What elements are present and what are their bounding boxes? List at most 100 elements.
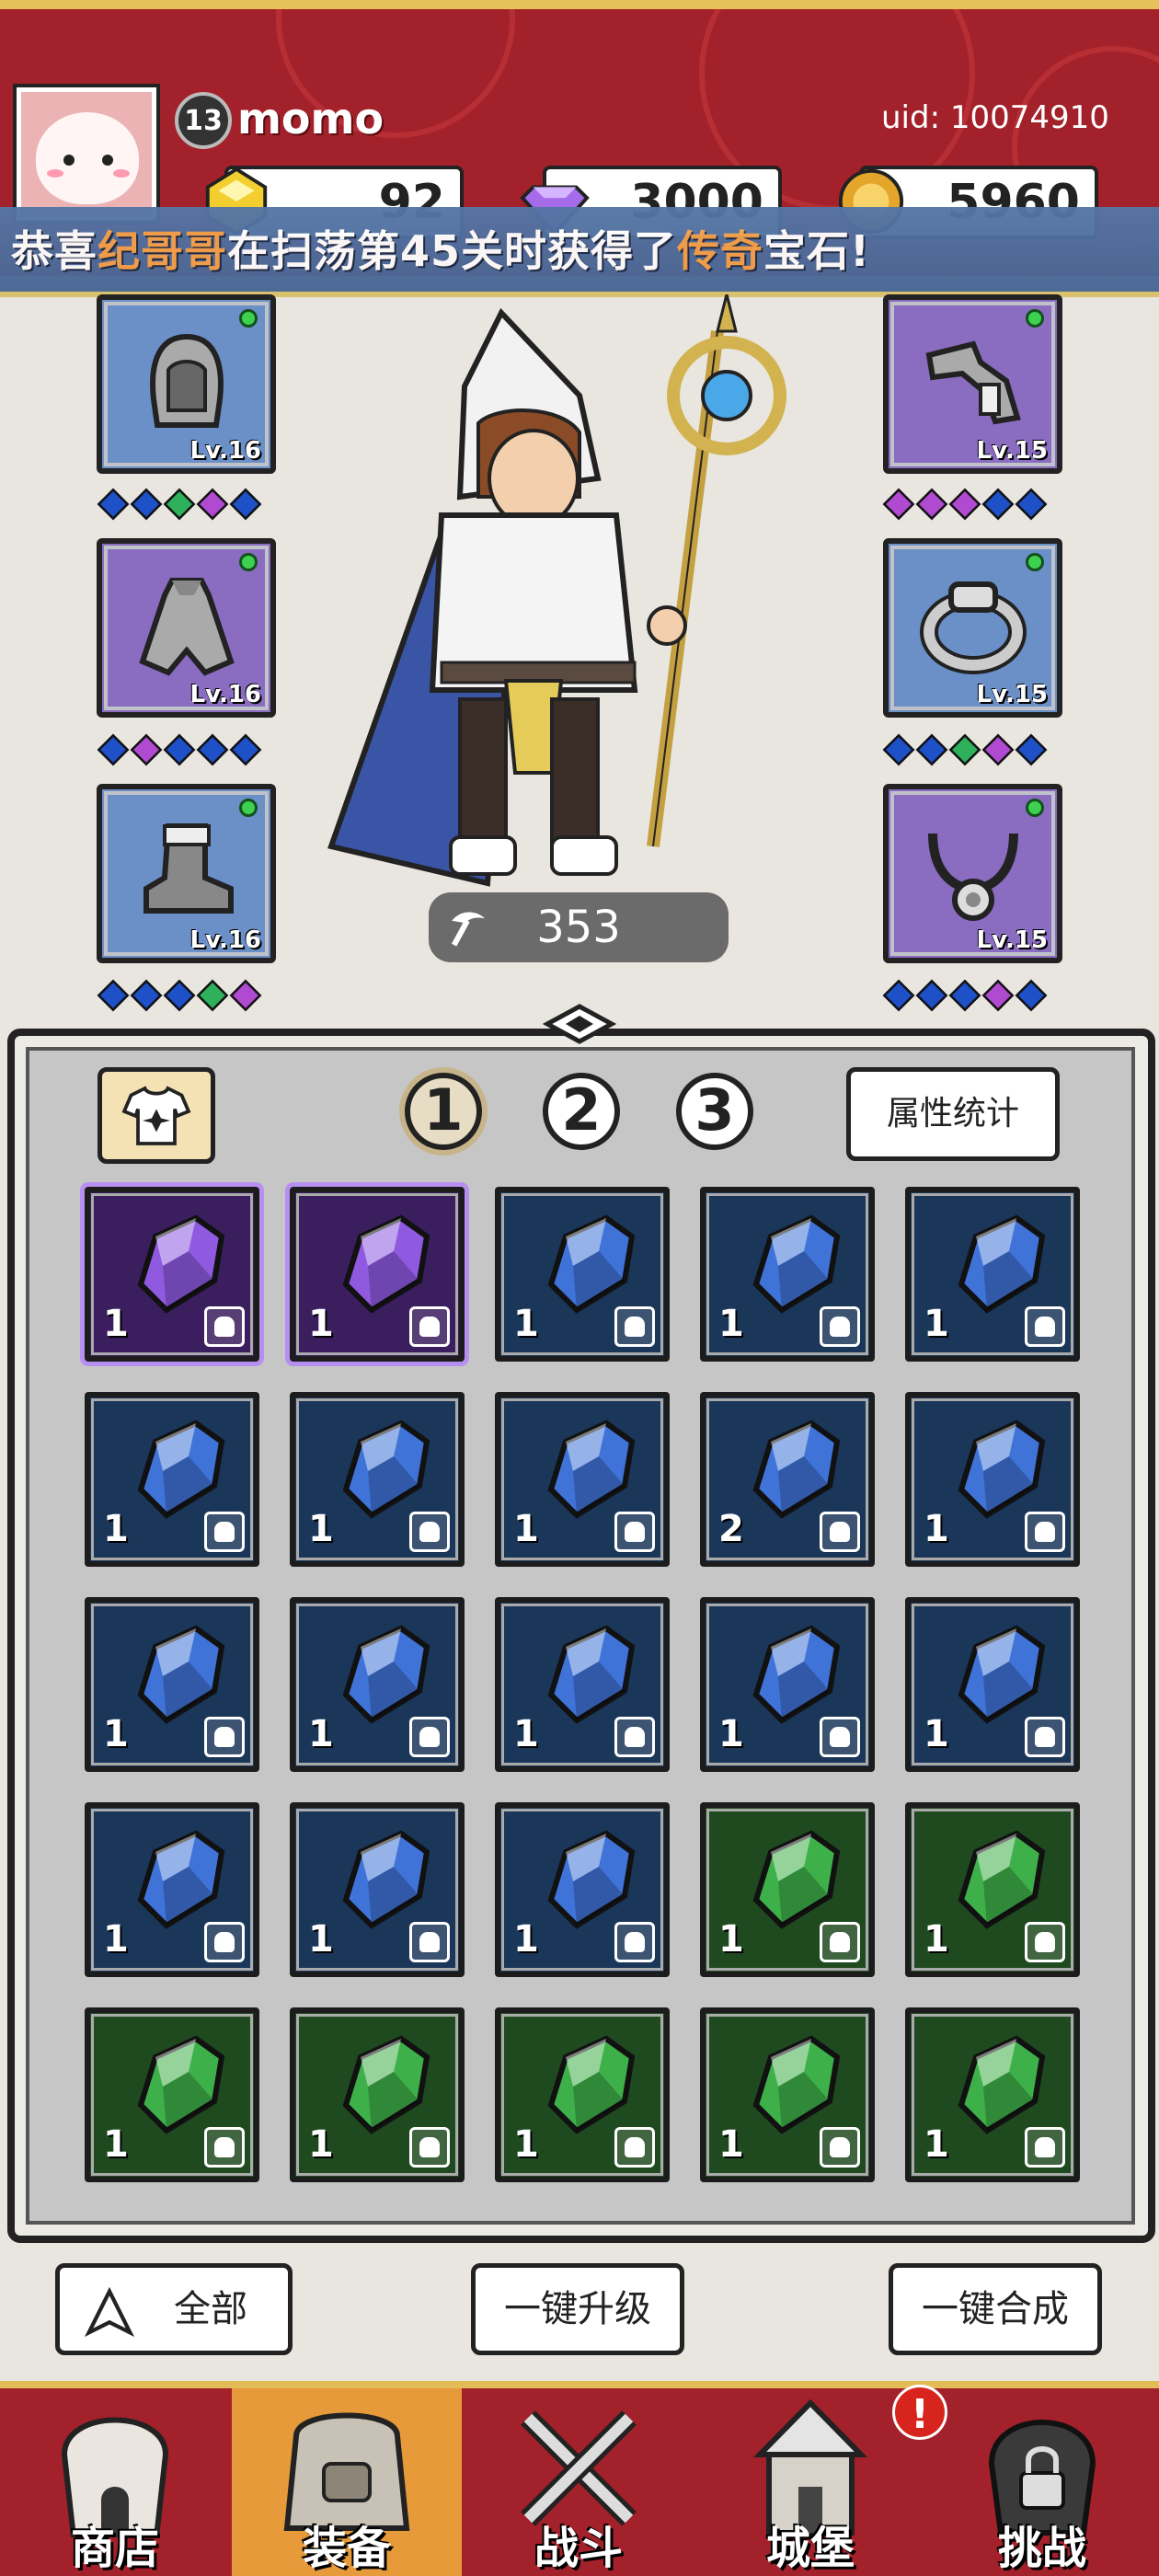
socket-gem: [130, 488, 163, 521]
blue-gem-icon: [547, 1214, 636, 1314]
hood-type-icon: [614, 1717, 655, 1757]
gem-quantity: 1: [103, 1508, 129, 1550]
blue-gem-icon: [958, 1625, 1046, 1724]
equip-slot-necklace[interactable]: Lv.15: [883, 784, 1062, 963]
gem-quantity: 1: [718, 1713, 744, 1755]
gem-cell[interactable]: 1: [495, 1187, 670, 1362]
upgrade-all-button[interactable]: 一键升级: [471, 2263, 684, 2355]
castle-alert-badge: !: [892, 2385, 947, 2440]
gem-grid: 1 1 1 1 1 1 1 1 2 1 1 1 1 1 1 1 1 1 1 1 1 1 1 1 1: [64, 1170, 1104, 2201]
gem-cell[interactable]: 1: [700, 1802, 875, 1977]
merge-all-button[interactable]: 一键合成: [889, 2263, 1102, 2355]
ring-type-icon: [204, 1306, 245, 1347]
socket-gem: [229, 733, 262, 766]
attribute-stats-button[interactable]: 属性统计: [846, 1067, 1060, 1161]
equipped-dot: [239, 553, 258, 571]
gem-cell[interactable]: 1: [495, 2007, 670, 2182]
gem-quantity: 1: [308, 1303, 334, 1345]
gem-cell[interactable]: 1: [700, 1597, 875, 1772]
equip-slot-bracer[interactable]: Lv.15: [883, 294, 1062, 474]
equip-slot-cloak[interactable]: Lv.16: [97, 538, 276, 718]
boot-type-icon: [1025, 1512, 1065, 1552]
socket-gem: [882, 488, 915, 521]
gem-socket-row: [882, 979, 1048, 1018]
green-gem-icon: [342, 2035, 430, 2134]
gem-cell[interactable]: 1: [700, 1187, 875, 1362]
socket-gem: [97, 488, 130, 521]
green-gem-icon: [137, 2035, 225, 2134]
blue-gem-icon: [752, 1420, 841, 1519]
gem-cell[interactable]: 1: [905, 1187, 1080, 1362]
tshirt-icon: [121, 1085, 191, 1145]
gem-cell[interactable]: 1: [290, 1802, 465, 1977]
gem-cell[interactable]: 1: [700, 2007, 875, 2182]
ring-type-icon: [1025, 1922, 1065, 1962]
gem-cell[interactable]: 1: [495, 1597, 670, 1772]
avatar[interactable]: [17, 87, 156, 221]
gem-cell[interactable]: 1: [290, 1187, 465, 1362]
gem-cell[interactable]: 1: [85, 1597, 259, 1772]
gem-cell[interactable]: 1: [905, 1392, 1080, 1567]
gem-cell[interactable]: 1: [495, 1802, 670, 1977]
cloak-type-icon: [409, 2127, 450, 2168]
outfit-button[interactable]: [98, 1067, 215, 1164]
blue-gem-icon: [342, 1830, 430, 1929]
filter-all-button[interactable]: 全部: [55, 2263, 293, 2355]
equip-slot-boots[interactable]: Lv.16: [97, 784, 276, 963]
socket-gem: [1015, 979, 1048, 1012]
tab-set-1[interactable]: 1: [405, 1073, 482, 1150]
socket-gem: [981, 733, 1015, 766]
boot-type-icon: [614, 2127, 655, 2168]
blue-gem-icon: [547, 1625, 636, 1724]
socket-gem: [163, 733, 196, 766]
nav-label: 商店: [70, 2523, 159, 2574]
nav-equipment[interactable]: 装备: [232, 2388, 462, 2576]
triangle-up-icon: [84, 2286, 135, 2338]
necklace-icon: [928, 833, 1018, 921]
announcement-prefix: 恭喜: [11, 226, 98, 276]
socket-gem: [163, 488, 196, 521]
gem-quantity: 1: [924, 1508, 949, 1550]
hero-power-badge: 353: [429, 892, 729, 962]
gem-cell[interactable]: 1: [85, 1392, 259, 1567]
pickaxe-icon: [451, 912, 486, 947]
cloak-type-icon: [409, 1512, 450, 1552]
gem-cell[interactable]: 1: [905, 2007, 1080, 2182]
gem-quantity: 1: [103, 1713, 129, 1755]
equip-level: Lv.15: [976, 437, 1048, 465]
gem-cell[interactable]: 1: [85, 1802, 259, 1977]
nav-shop[interactable]: 商店: [0, 2388, 230, 2576]
equip-slot-ring[interactable]: Lv.15: [883, 538, 1062, 718]
gem-cell[interactable]: 2: [700, 1392, 875, 1567]
socket-gem: [1015, 488, 1048, 521]
blue-gem-icon: [752, 1214, 841, 1314]
green-gem-icon: [958, 1830, 1046, 1929]
gem-cell[interactable]: 1: [905, 1597, 1080, 1772]
gem-cell[interactable]: 1: [85, 1187, 259, 1362]
equip-level: Lv.15: [976, 926, 1048, 954]
socket-gem: [97, 733, 130, 766]
equip-slot-hood[interactable]: Lv.16: [97, 294, 276, 474]
tab-set-3[interactable]: 3: [676, 1073, 753, 1150]
wizard-hero-icon: [327, 294, 786, 887]
gem-quantity: 2: [718, 1508, 744, 1550]
gem-cell[interactable]: 1: [290, 1392, 465, 1567]
equip-level: Lv.16: [189, 926, 261, 954]
gem-cell[interactable]: 1: [495, 1392, 670, 1567]
equip-level: Lv.16: [189, 437, 261, 465]
blue-gem-icon: [752, 1625, 841, 1724]
gem-quantity: 1: [308, 1713, 334, 1755]
nav-challenge[interactable]: 挑战: [927, 2388, 1157, 2576]
nav-castle[interactable]: 城堡: [695, 2388, 925, 2576]
gem-socket-row: [882, 733, 1048, 773]
tab-set-2[interactable]: 2: [543, 1073, 620, 1150]
blue-gem-icon: [137, 1420, 225, 1519]
gem-cell[interactable]: 1: [290, 2007, 465, 2182]
nav-battle[interactable]: 战斗: [464, 2388, 694, 2576]
green-gem-icon: [752, 2035, 841, 2134]
gem-cell[interactable]: 1: [905, 1802, 1080, 1977]
gem-cell[interactable]: 1: [85, 2007, 259, 2182]
announcement-suffix: 宝石!: [763, 226, 870, 276]
cloak-type-icon: [614, 1512, 655, 1552]
gem-cell[interactable]: 1: [290, 1597, 465, 1772]
